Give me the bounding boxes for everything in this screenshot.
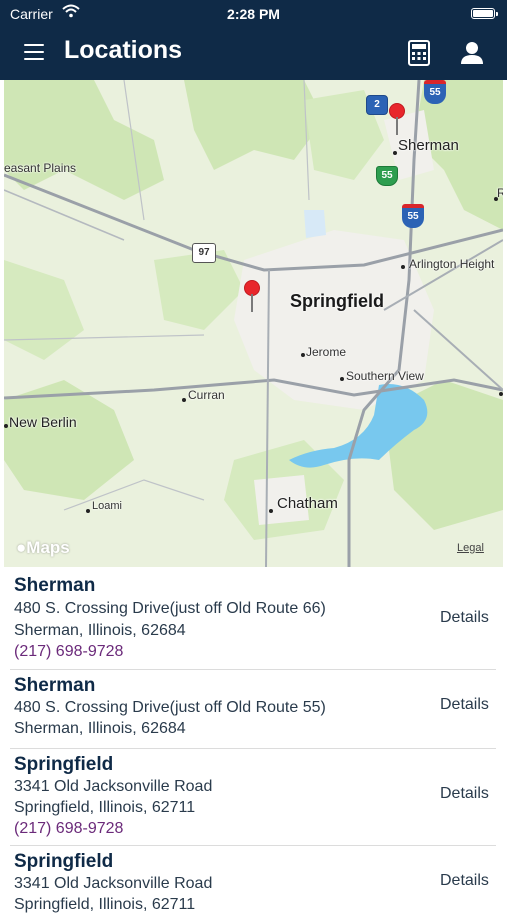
list-item[interactable]: Springfield 3341 Old Jacksonville Road S…	[0, 749, 507, 846]
details-button[interactable]: Details	[440, 785, 489, 803]
location-pin-springfield[interactable]	[244, 280, 262, 314]
location-address: 480 S. Crossing Drive(just off Old Route…	[14, 600, 326, 617]
status-bar: Carrier 2:28 PM	[0, 0, 507, 28]
details-button[interactable]: Details	[440, 872, 489, 890]
interstate-55-shield: 55	[424, 80, 446, 104]
list-item[interactable]: Sherman 480 S. Crossing Drive(just off O…	[0, 670, 507, 749]
location-name: Springfield	[14, 851, 114, 872]
page-title: Locations	[64, 36, 183, 64]
curran-dot	[182, 398, 186, 402]
location-city: Sherman, Illinois, 62684	[14, 622, 186, 639]
location-name: Sherman	[14, 575, 96, 596]
map-label-arlington-heights: Arlington Height	[409, 257, 495, 271]
nav-bar: Locations	[0, 28, 507, 80]
us-55-shield: 55	[376, 166, 398, 186]
sherman-dot	[393, 151, 397, 155]
location-pin-sherman[interactable]	[389, 103, 407, 137]
arlington-dot	[401, 265, 405, 269]
interstate-55-shield-south: 55	[402, 204, 424, 228]
details-button[interactable]: Details	[440, 696, 489, 714]
location-name: Sherman	[14, 675, 96, 696]
map-label-springfield: Springfield	[290, 291, 384, 311]
new-berlin-dot	[4, 424, 8, 428]
loami-dot	[86, 509, 90, 513]
location-phone[interactable]: (217) 698-9728	[14, 820, 123, 838]
location-address: 3341 Old Jacksonville Road	[14, 778, 213, 795]
map-label-pleasant-plains: easant Plains	[4, 161, 77, 175]
jerome-dot	[301, 353, 305, 357]
clock: 2:28 PM	[227, 6, 280, 22]
hamburger-menu-icon[interactable]	[24, 44, 44, 62]
calculator-icon[interactable]	[408, 40, 430, 66]
map-label-sherman: Sherman	[398, 137, 459, 154]
map-view[interactable]: 97 2 55 55 55 Sherman easant Plains Spri…	[4, 80, 503, 567]
route-97-shield: 97	[192, 243, 216, 263]
map-label-southern-view: Southern View	[346, 369, 424, 383]
maps-brand-label: Maps	[26, 538, 70, 557]
map-label-curran: Curran	[188, 388, 225, 402]
list-item[interactable]: Springfield 3341 Old Jacksonville Road S…	[0, 846, 507, 913]
route-2-shield: 2	[366, 95, 388, 115]
location-address: 480 S. Crossing Drive(just off Old Route…	[14, 699, 326, 716]
location-city: Springfield, Illinois, 62711	[14, 896, 196, 913]
apple-maps-logo: ●Maps	[16, 538, 70, 558]
apple-icon: ●	[16, 538, 27, 557]
chatham-dot	[269, 509, 273, 513]
map-label-edge: R	[497, 186, 503, 200]
map-label-jerome: Jerome	[306, 345, 347, 359]
details-button[interactable]: Details	[440, 609, 489, 627]
location-city: Springfield, Illinois, 62711	[14, 799, 196, 816]
battery-icon	[471, 8, 498, 19]
location-city: Sherman, Illinois, 62684	[14, 720, 186, 737]
legal-link[interactable]: Legal	[457, 542, 484, 554]
map-label-new-berlin: New Berlin	[9, 414, 77, 430]
location-name: Springfield	[14, 754, 114, 775]
southern-view-dot	[340, 377, 344, 381]
list-item[interactable]: Sherman 480 S. Crossing Drive(just off O…	[0, 567, 507, 670]
map-label-chatham: Chatham	[277, 495, 338, 512]
map-label-loami: Loami	[92, 500, 122, 512]
edge-town-dot-2	[499, 392, 503, 396]
user-account-icon[interactable]	[459, 40, 485, 66]
location-phone[interactable]: (217) 698-9728	[14, 643, 123, 661]
location-address: 3341 Old Jacksonville Road	[14, 875, 213, 892]
